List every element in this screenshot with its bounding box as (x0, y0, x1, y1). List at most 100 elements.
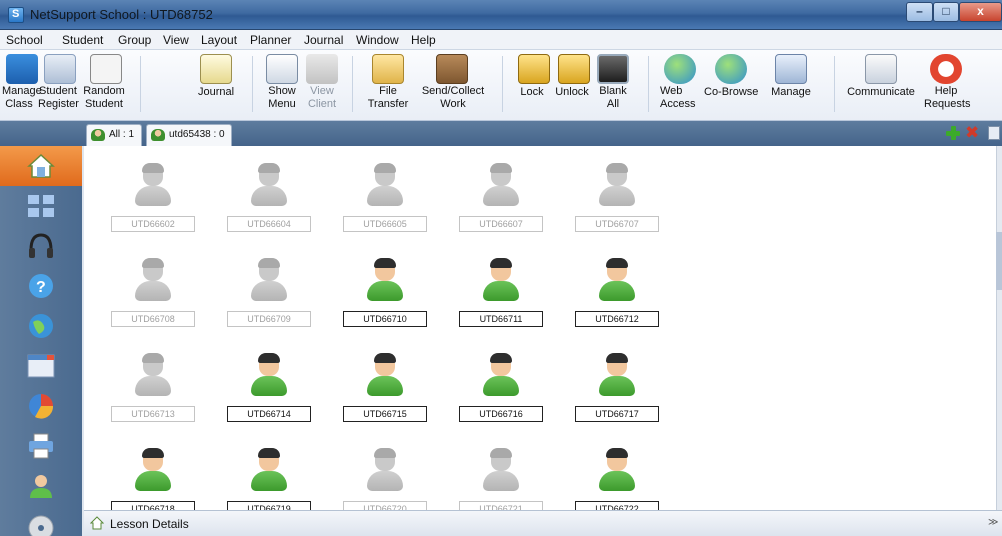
menu-planner[interactable]: Planner (250, 33, 291, 47)
lock-button[interactable]: Lock (516, 52, 550, 120)
client-tile[interactable]: UTD66712 (572, 257, 662, 331)
send-collect-work-button[interactable]: Send/Collect Work (418, 52, 488, 120)
minimize-button[interactable]: – (906, 2, 933, 22)
student-online-icon (597, 258, 637, 303)
co-browse-label: Co-Browse (704, 86, 759, 98)
sidebar-item-reports[interactable] (0, 386, 82, 426)
student-online-icon (365, 353, 405, 398)
client-name: UTD66713 (111, 406, 195, 422)
client-tile[interactable]: UTD66602 (108, 162, 198, 236)
co-browse-button[interactable]: Co-Browse (704, 52, 758, 120)
sidebar-item-home[interactable] (0, 146, 82, 186)
client-tile[interactable]: UTD66604 (224, 162, 314, 236)
client-tile[interactable]: UTD66716 (456, 352, 546, 426)
sidebar-item-audio[interactable] (0, 226, 82, 266)
student-offline-icon (481, 163, 521, 208)
toolbar-separator (502, 56, 503, 112)
client-tile[interactable]: UTD66721 (456, 447, 546, 510)
client-tile[interactable]: UTD66720 (340, 447, 430, 510)
unlock-button[interactable]: Unlock (552, 52, 592, 120)
random-student-button[interactable]: Random Student (80, 52, 128, 120)
app-icon (8, 7, 24, 23)
client-tile[interactable]: UTD66709 (224, 257, 314, 331)
sidebar-item-printing[interactable] (0, 426, 82, 466)
menu-journal[interactable]: Journal (304, 33, 343, 47)
client-tile[interactable]: UTD66708 (108, 257, 198, 331)
client-name: UTD66605 (343, 216, 427, 232)
manage-button[interactable]: Manage (768, 52, 814, 120)
client-tile[interactable]: UTD66718 (108, 447, 198, 510)
client-tile[interactable]: UTD66710 (340, 257, 430, 331)
scrollbar-thumb[interactable] (996, 232, 1002, 290)
group-lock-icon[interactable] (988, 126, 1000, 140)
client-tile[interactable]: UTD66605 (340, 162, 430, 236)
client-tile[interactable]: UTD66711 (456, 257, 546, 331)
client-name: UTD66710 (343, 311, 427, 327)
client-tile[interactable]: UTD66713 (108, 352, 198, 426)
tab-all[interactable]: All : 1 (86, 124, 142, 146)
client-tile[interactable]: UTD66707 (572, 162, 662, 236)
menu-student[interactable]: Student (62, 33, 103, 47)
client-name: UTD66716 (459, 406, 543, 422)
manage-class-label: Manage Class (2, 85, 42, 110)
send-collect-work-label: Send/Collect Work (421, 85, 485, 110)
menu-view[interactable]: View (163, 33, 189, 47)
menu-group[interactable]: Group (118, 33, 151, 47)
title-bar: NetSupport School : UTD68752 – □ x (0, 0, 1002, 30)
show-menu-button[interactable]: Show Menu (262, 52, 302, 120)
random-student-label: Random Student (83, 85, 125, 110)
vertical-scrollbar[interactable] (996, 146, 1002, 510)
menu-window[interactable]: Window (356, 33, 399, 47)
expand-icon[interactable]: ≫ (988, 517, 998, 528)
student-offline-icon (133, 258, 173, 303)
client-tile[interactable]: UTD66607 (456, 162, 546, 236)
student-register-button[interactable]: Student Register (38, 52, 79, 120)
journal-label: Journal (197, 86, 235, 98)
client-tile[interactable]: UTD66714 (224, 352, 314, 426)
menu-school[interactable]: School (6, 33, 43, 47)
tab-group[interactable]: utd65438 : 0 (146, 124, 232, 146)
journal-button[interactable]: Journal (192, 52, 240, 120)
help-requests-button[interactable]: Help Requests (924, 52, 970, 120)
client-name: UTD66718 (111, 501, 195, 510)
view-client-button[interactable]: View Client (304, 52, 340, 120)
sidebar-item-media[interactable] (0, 506, 82, 536)
menu-layout[interactable]: Layout (201, 33, 237, 47)
close-button[interactable]: x (959, 2, 1002, 22)
file-transfer-label: File Transfer (367, 85, 409, 110)
client-tile[interactable]: UTD66719 (224, 447, 314, 510)
manage-class-button[interactable]: Manage Class (2, 52, 42, 120)
student-online-icon (249, 448, 289, 493)
sidebar-item-web[interactable] (0, 306, 82, 346)
blank-all-button[interactable]: Blank All (596, 52, 630, 120)
lesson-details-bar[interactable]: Lesson Details ≫ (84, 510, 1002, 536)
sidebar-item-thumbnails[interactable] (0, 186, 82, 226)
student-online-icon (481, 258, 521, 303)
journal-icon (200, 54, 232, 84)
file-transfer-button[interactable]: File Transfer (366, 52, 410, 120)
student-offline-icon (597, 163, 637, 208)
toolbar: Manage Class Student Register Random Studen… (0, 50, 1002, 121)
menu-help[interactable]: Help (411, 33, 436, 47)
client-tile[interactable]: UTD66715 (340, 352, 430, 426)
group-icon (91, 129, 105, 141)
student-online-icon (481, 353, 521, 398)
web-access-button[interactable]: Web Access (660, 52, 700, 120)
client-name: UTD66709 (227, 311, 311, 327)
client-name: UTD66711 (459, 311, 543, 327)
client-name: UTD66712 (575, 311, 659, 327)
client-name: UTD66607 (459, 216, 543, 232)
sidebar-item-users[interactable] (0, 466, 82, 506)
maximize-button[interactable]: □ (933, 2, 959, 22)
delete-group-icon[interactable]: ✖ (965, 123, 979, 143)
sidebar-item-apps[interactable] (0, 346, 82, 386)
add-group-icon[interactable] (945, 125, 961, 141)
sidebar-item-questions[interactable]: ? (0, 266, 82, 306)
svg-text:?: ? (36, 279, 46, 296)
client-tile[interactable]: UTD66717 (572, 352, 662, 426)
communicate-button[interactable]: Communicate (844, 52, 918, 120)
web-access-label: Web Access (660, 85, 696, 110)
lesson-details-label: Lesson Details (110, 517, 189, 531)
client-tile[interactable]: UTD66722 (572, 447, 662, 510)
user-icon (30, 475, 52, 498)
